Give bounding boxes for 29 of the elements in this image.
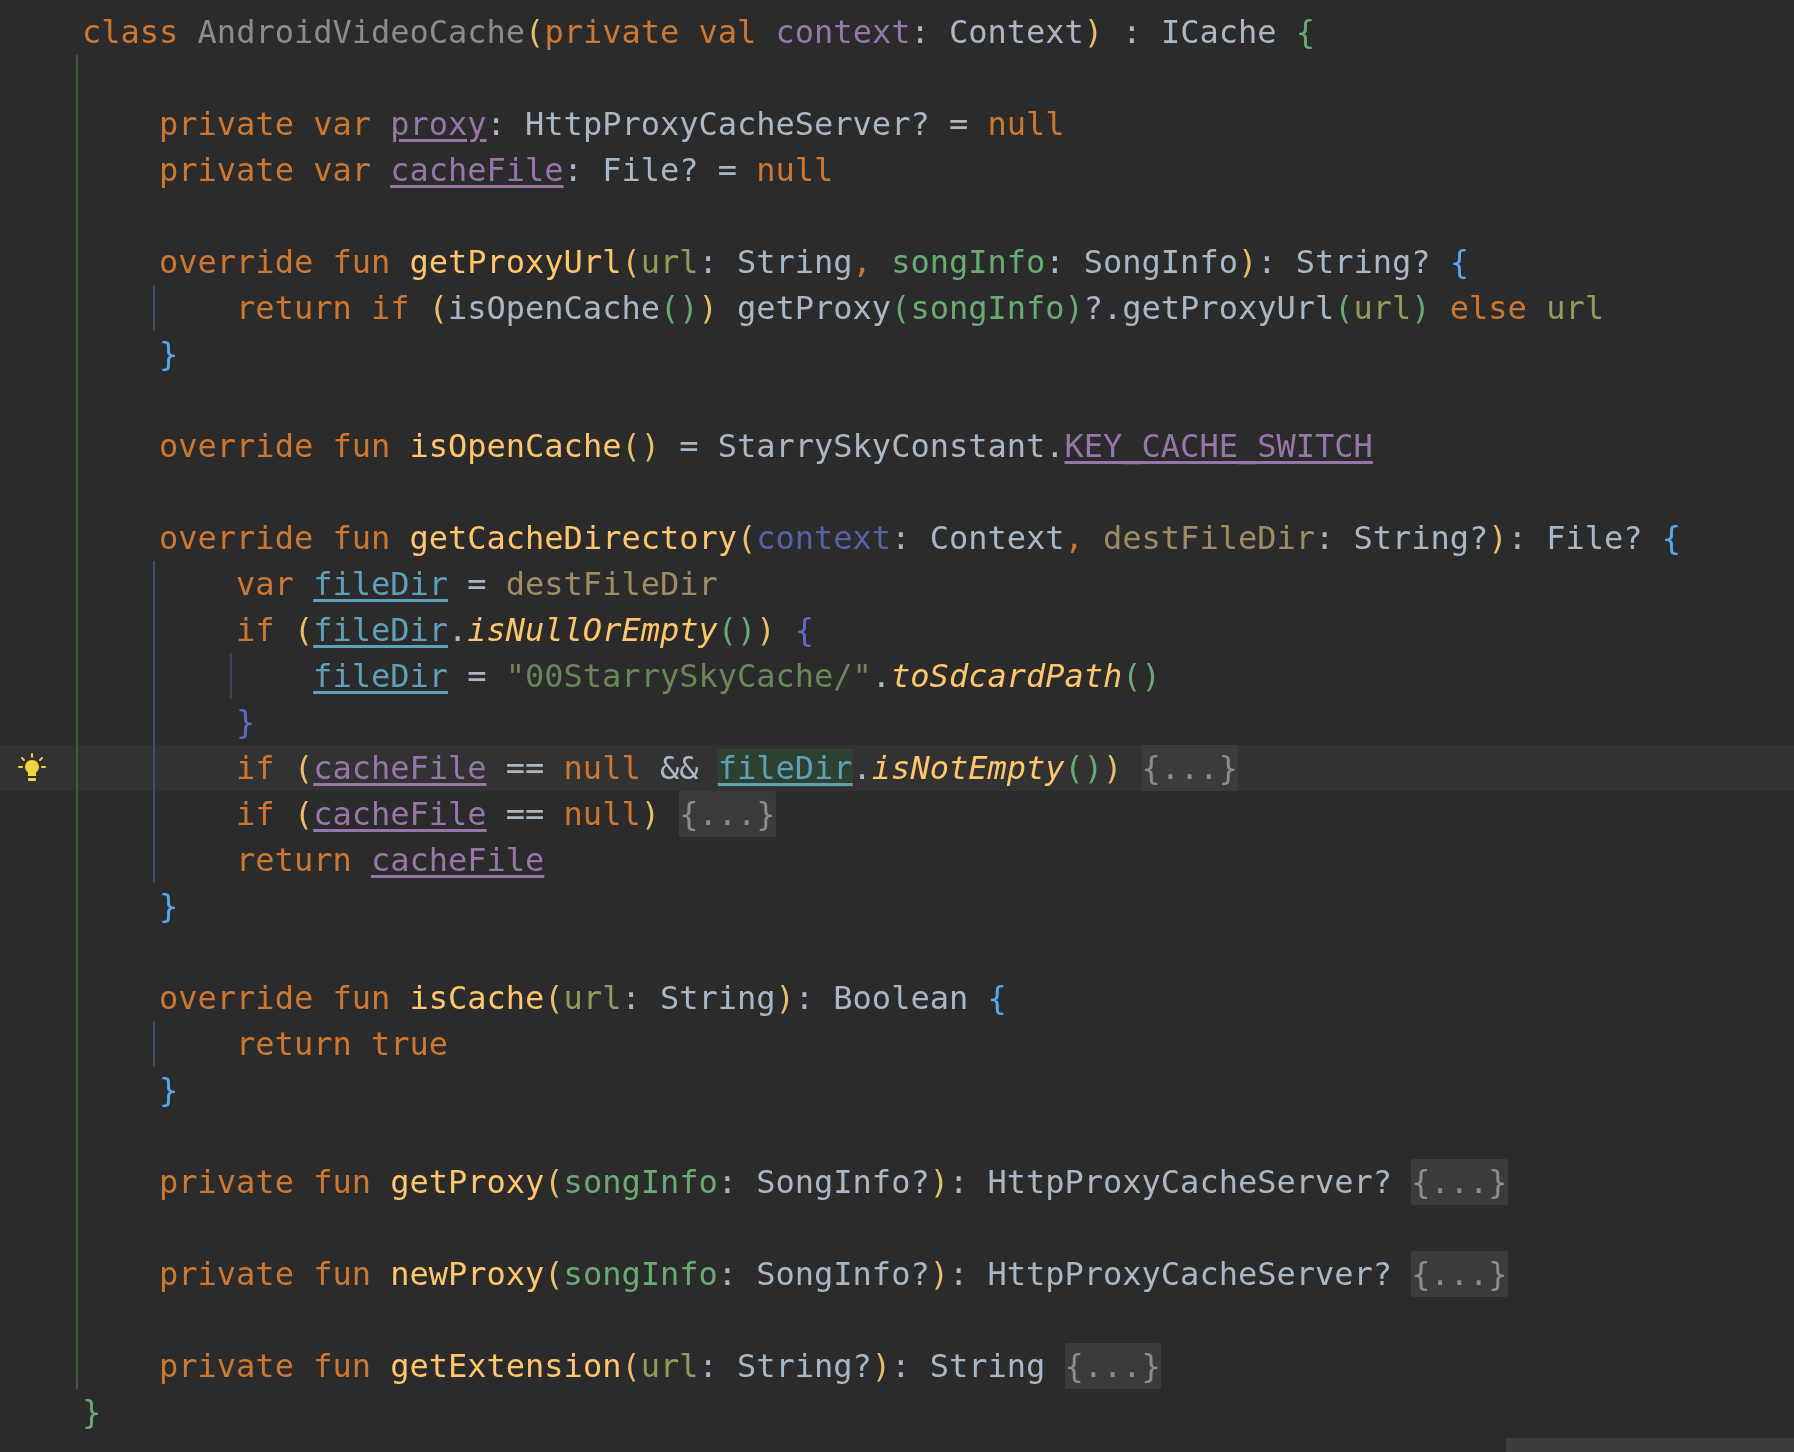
code-text: override fun isOpenCache() = StarrySkyConstant.KEY_CACHE_SWITCH <box>159 426 1373 467</box>
code-text: } <box>82 1392 102 1433</box>
code-text: } <box>236 702 256 743</box>
code-text: override fun isCache(url: String): Boolean { <box>159 978 1007 1019</box>
code-text: if (fileDir.isNullOrEmpty()) { <box>236 610 815 651</box>
code-text: private fun getExtension(url: String?): String <box>159 1346 1047 1387</box>
code-text: private var cacheFile: File? = null <box>159 150 834 191</box>
code-text: } <box>159 1070 179 1111</box>
code-text: return cacheFile <box>236 840 545 881</box>
code-text: if (cacheFile == null && fileDir.isNotEmpty()) <box>236 748 1124 789</box>
folded-code-button[interactable]: {...} <box>1411 1159 1508 1205</box>
folded-code-button[interactable]: {...} <box>1141 745 1238 791</box>
code-text: return true <box>236 1024 448 1065</box>
folded-code-button[interactable]: {...} <box>1064 1343 1161 1389</box>
code-text: } <box>159 334 179 375</box>
code-text: return if (isOpenCache()) getProxy(songInfo)?.getProxyUrl(url) else url <box>236 288 1604 329</box>
code-text: private fun getProxy(songInfo: SongInfo?): HttpProxyCacheServer? <box>159 1162 1394 1203</box>
code-text: var fileDir = destFileDir <box>236 564 718 605</box>
code-text: private fun newProxy(songInfo: SongInfo?): HttpProxyCacheServer? <box>159 1254 1394 1295</box>
code-text: override fun getCacheDirectory(context: Context, destFileDir: String?): File? { <box>159 518 1681 559</box>
code-text: override fun getProxyUrl(url: String, songInfo: SongInfo): String? { <box>159 242 1470 283</box>
code-text: fileDir = "00StarrySkyCache/".toSdcardPath() <box>313 656 1161 697</box>
folded-code-button[interactable]: {...} <box>1411 1251 1508 1297</box>
lightbulb-icon[interactable] <box>18 753 46 783</box>
code-text: class AndroidVideoCache(private val context: Context) : ICache { <box>82 12 1315 53</box>
folded-code-button[interactable]: {...} <box>679 791 776 837</box>
code-text: private var proxy: HttpProxyCacheServer? = null <box>159 104 1065 145</box>
code-text: } <box>159 886 179 927</box>
code-text: if (cacheFile == null) <box>236 794 661 835</box>
